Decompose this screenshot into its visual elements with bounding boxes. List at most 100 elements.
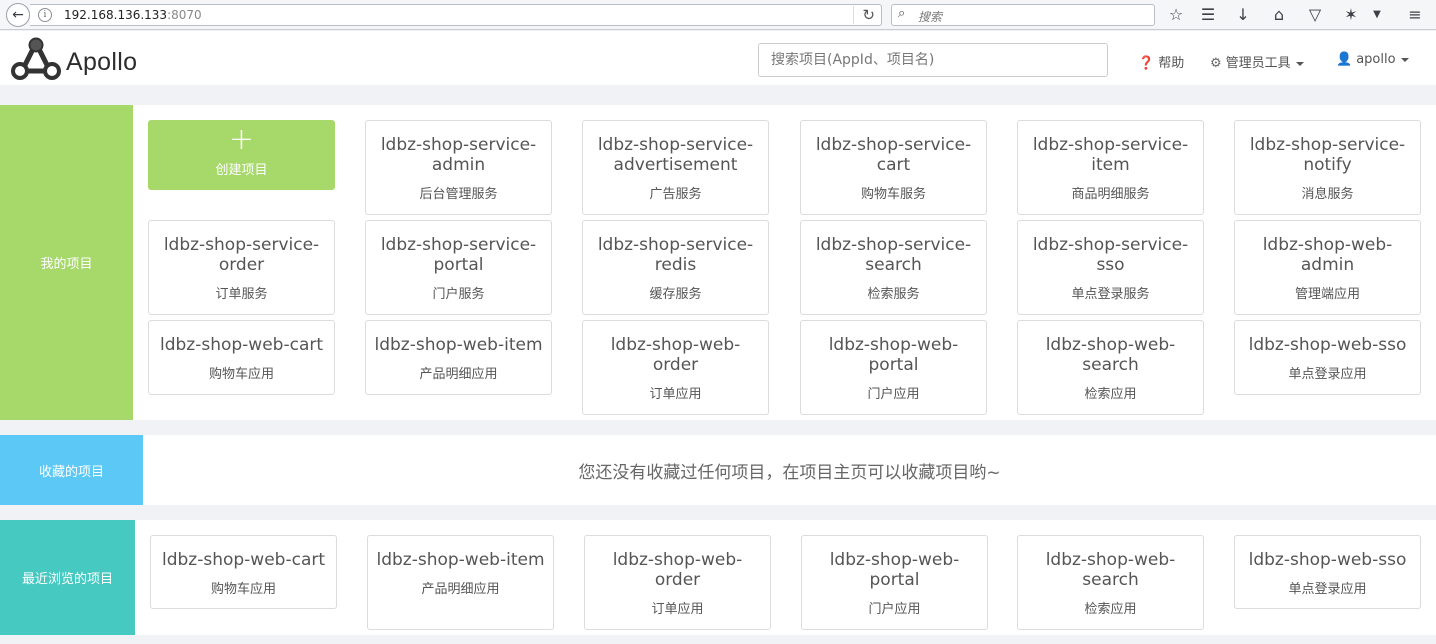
recent-project-card[interactable]: ldbz-shop-web-search 检索应用: [1017, 535, 1204, 630]
favorites-label: 收藏的项目: [0, 435, 143, 505]
reload-icon[interactable]: ↻: [853, 6, 875, 24]
project-name: ldbz-shop-service-portal: [380, 235, 537, 275]
question-circle-icon: ❓: [1138, 56, 1155, 71]
recent-project-card[interactable]: ldbz-shop-web-order 订单应用: [584, 535, 771, 630]
user-dropdown[interactable]: 👤 apollo: [1336, 52, 1409, 67]
project-card[interactable]: ldbz-shop-service-advertisement 广告服务: [582, 120, 769, 215]
project-desc: 管理端应用: [1294, 287, 1360, 302]
project-search-input[interactable]: [758, 43, 1108, 77]
hamburger-menu-icon[interactable]: ≡: [1404, 4, 1426, 26]
project-name: ldbz-shop-web-order: [612, 550, 743, 590]
project-name: ldbz-shop-web-item: [374, 335, 543, 355]
project-name: ldbz-shop-service-advertisement: [597, 135, 754, 175]
bookmark-star-icon[interactable]: ☆: [1165, 4, 1187, 26]
project-card[interactable]: ldbz-shop-web-order 订单应用: [582, 320, 769, 415]
gear-icon: ⚙: [1210, 56, 1222, 71]
app-logo-text[interactable]: Apollo: [66, 48, 137, 77]
browser-search-box[interactable]: ⌕ 搜索: [891, 4, 1155, 26]
project-name: ldbz-shop-web-order: [610, 335, 741, 375]
project-name: ldbz-shop-service-notify: [1249, 135, 1406, 175]
site-info-icon[interactable]: i: [38, 8, 52, 22]
project-desc: 产品明细应用: [419, 367, 498, 382]
search-icon: ⌕: [898, 6, 906, 21]
recent-project-card[interactable]: ldbz-shop-web-cart 购物车应用: [150, 535, 337, 609]
project-desc: 检索应用: [1084, 602, 1137, 617]
address-text: 192.168.136.133:8070: [64, 8, 202, 22]
caret-down-icon: [1295, 61, 1304, 66]
project-desc: 门户应用: [867, 387, 920, 402]
project-card[interactable]: ldbz-shop-service-portal 门户服务: [365, 220, 552, 315]
pocket-icon[interactable]: ▽: [1304, 4, 1326, 26]
project-card[interactable]: ldbz-shop-service-sso 单点登录服务: [1017, 220, 1204, 315]
project-desc: 购物车应用: [210, 582, 276, 597]
reading-list-icon[interactable]: ☰: [1197, 4, 1219, 26]
project-name: ldbz-shop-web-item: [376, 550, 545, 570]
project-name: ldbz-shop-web-cart: [161, 550, 326, 570]
project-desc: 单点登录服务: [1071, 287, 1150, 302]
browser-toolbar: ← i 192.168.136.133:8070 ↻ ⌕ 搜索 ☆ ☰ ↓ ⌂ …: [0, 0, 1436, 30]
user-label: apollo: [1356, 52, 1396, 67]
project-card[interactable]: ldbz-shop-service-cart 购物车服务: [800, 120, 987, 215]
address-bar[interactable]: i 192.168.136.133:8070 ↻: [30, 4, 882, 26]
project-name: ldbz-shop-web-sso: [1248, 335, 1407, 355]
project-card[interactable]: ldbz-shop-web-search 检索应用: [1017, 320, 1204, 415]
admin-tools-dropdown[interactable]: ⚙ 管理员工具: [1210, 52, 1304, 71]
project-desc: 门户服务: [432, 287, 485, 302]
recent-section: 最近浏览的项目 ldbz-shop-web-cart 购物车应用 ldbz-sho…: [0, 520, 1436, 635]
user-icon: 👤: [1336, 52, 1353, 67]
project-desc: 检索服务: [867, 287, 920, 302]
project-name: ldbz-shop-service-search: [815, 235, 972, 275]
project-card[interactable]: ldbz-shop-web-portal 门户应用: [800, 320, 987, 415]
project-card[interactable]: ldbz-shop-web-sso 单点登录应用: [1234, 320, 1421, 395]
project-name: ldbz-shop-web-cart: [159, 335, 324, 355]
project-desc: 购物车应用: [208, 367, 274, 382]
project-card[interactable]: ldbz-shop-web-admin 管理端应用: [1234, 220, 1421, 315]
project-name: ldbz-shop-web-sso: [1248, 550, 1407, 570]
project-desc: 购物车服务: [860, 187, 926, 202]
project-desc: 后台管理服务: [419, 187, 498, 202]
project-name: ldbz-shop-web-portal: [828, 335, 959, 375]
project-card[interactable]: ldbz-shop-service-order 订单服务: [148, 220, 335, 315]
project-name: ldbz-shop-service-sso: [1032, 235, 1189, 275]
project-desc: 缓存服务: [649, 287, 702, 302]
project-desc: 产品明细应用: [421, 582, 500, 597]
project-desc: 订单应用: [649, 387, 702, 402]
my-projects-section: 我的项目 + 创建项目 ldbz-shop-service-admin 后台管理服…: [0, 105, 1436, 420]
project-card[interactable]: ldbz-shop-service-redis 缓存服务: [582, 220, 769, 315]
recent-project-card[interactable]: ldbz-shop-web-portal 门户应用: [801, 535, 988, 630]
project-card[interactable]: ldbz-shop-service-notify 消息服务: [1234, 120, 1421, 215]
browser-search-placeholder: 搜索: [918, 10, 943, 24]
project-desc: 订单应用: [651, 602, 704, 617]
project-name: ldbz-shop-service-admin: [380, 135, 537, 175]
project-desc: 商品明细服务: [1071, 187, 1150, 202]
extension-icon[interactable]: ✶: [1340, 4, 1362, 26]
project-name: ldbz-shop-service-cart: [815, 135, 972, 175]
recent-project-card[interactable]: ldbz-shop-web-sso 单点登录应用: [1234, 535, 1421, 609]
project-card[interactable]: ldbz-shop-service-admin 后台管理服务: [365, 120, 552, 215]
app-header: Apollo ❓帮助 ⚙管理员工具 👤apollo: [0, 31, 1436, 85]
help-label: 帮助: [1158, 56, 1185, 71]
favorites-section: 收藏的项目 您还没有收藏过任何项目，在项目主页可以收藏项目哟~: [0, 435, 1436, 505]
project-name: ldbz-shop-web-admin: [1262, 235, 1393, 275]
project-desc: 门户应用: [868, 602, 921, 617]
chevron-down-icon[interactable]: ▼: [1366, 4, 1388, 26]
apollo-logo-icon[interactable]: [10, 37, 62, 81]
project-card[interactable]: ldbz-shop-web-cart 购物车应用: [148, 320, 335, 395]
home-icon[interactable]: ⌂: [1268, 4, 1290, 26]
project-card[interactable]: ldbz-shop-service-item 商品明细服务: [1017, 120, 1204, 215]
url-host: 192.168.136.133: [64, 8, 168, 22]
download-icon[interactable]: ↓: [1232, 4, 1254, 26]
url-port: :8070: [167, 8, 202, 22]
project-card[interactable]: ldbz-shop-service-search 检索服务: [800, 220, 987, 315]
help-link[interactable]: ❓ 帮助: [1138, 52, 1184, 71]
create-project-button[interactable]: + 创建项目: [148, 120, 335, 190]
my-projects-label: 我的项目: [0, 105, 133, 420]
project-name: ldbz-shop-web-portal: [829, 550, 960, 590]
project-name: ldbz-shop-service-item: [1032, 135, 1189, 175]
recent-project-card[interactable]: ldbz-shop-web-item 产品明细应用: [367, 535, 554, 630]
project-name: ldbz-shop-service-redis: [597, 235, 754, 275]
admin-tools-label: 管理员工具: [1225, 56, 1291, 71]
back-arrow-icon[interactable]: ←: [6, 3, 30, 27]
project-card[interactable]: ldbz-shop-web-item 产品明细应用: [365, 320, 552, 395]
favorites-empty-message: 您还没有收藏过任何项目，在项目主页可以收藏项目哟~: [578, 462, 1001, 483]
